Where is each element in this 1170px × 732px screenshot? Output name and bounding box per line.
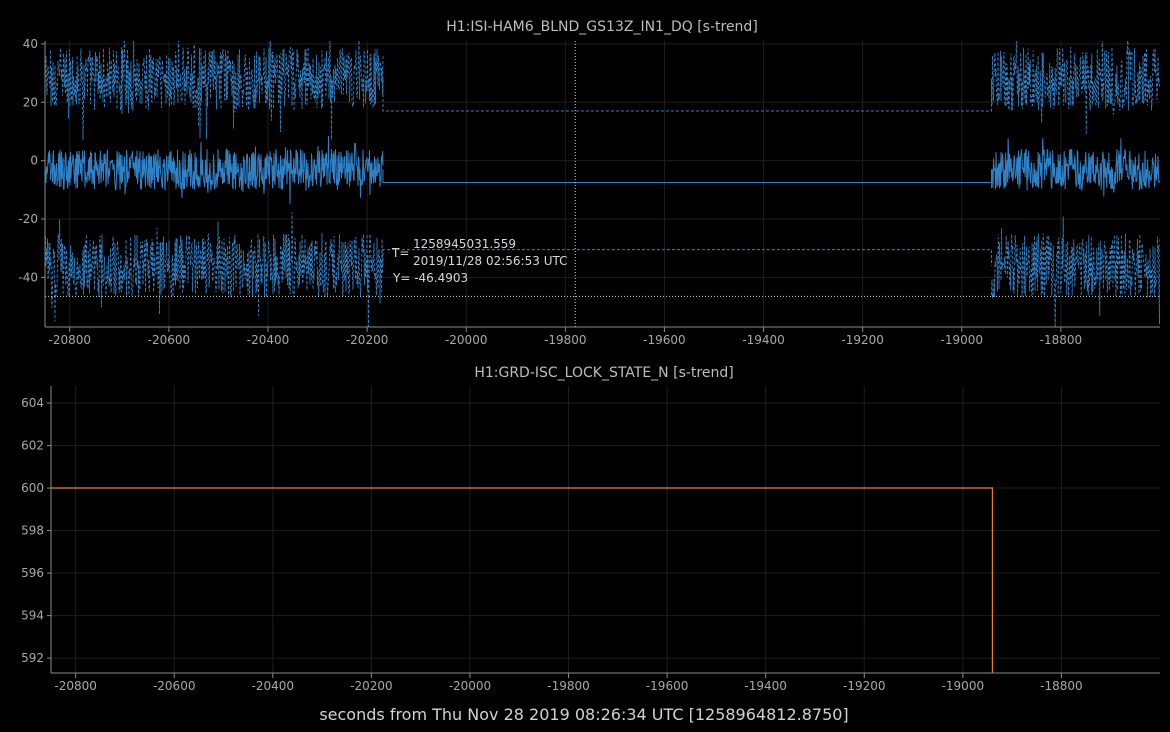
bottom-xtick-label: -20000: [449, 679, 492, 693]
bottom-xtick-label: -19200: [843, 679, 886, 693]
top-xtick-label: -19800: [544, 333, 587, 347]
bottom-ytick-label: 602: [21, 439, 44, 453]
bottom-ytick-label: 592: [21, 651, 44, 665]
top-xtick-label: -19400: [742, 333, 785, 347]
top-ytick-label: 40: [23, 37, 38, 51]
bottom-xtick-label: -20400: [252, 679, 295, 693]
top-xtick-label: -20200: [346, 333, 389, 347]
bottom-xtick-label: -20600: [153, 679, 196, 693]
cursor-y-readout: Y= -46.4903: [392, 271, 468, 285]
bottom-ytick-label: 598: [21, 524, 44, 538]
top-xtick-label: -19000: [941, 333, 984, 347]
x-axis-label: seconds from Thu Nov 28 2019 08:26:34 UT…: [319, 705, 848, 724]
bottom-ytick-label: 594: [21, 609, 44, 623]
top-ytick-label: -20: [18, 212, 38, 226]
cursor-t-utc: 2019/11/28 02:56:53 UTC: [413, 254, 567, 268]
top-xtick-label: -19200: [841, 333, 884, 347]
bottom-ytick-label: 600: [21, 481, 44, 495]
bottom-xtick-label: -19600: [646, 679, 689, 693]
top-xtick-label: -20000: [445, 333, 488, 347]
bottom-xtick-label: -19400: [744, 679, 787, 693]
dataviewer-canvas: H1:ISI-HAM6_BLND_GS13Z_IN1_DQ [s-trend] …: [0, 0, 1170, 732]
top-xtick-label: -19600: [643, 333, 686, 347]
bottom-xtick-label: -19800: [547, 679, 590, 693]
bottom-xtick-label: -20200: [350, 679, 393, 693]
bottom-xtick-label: -18800: [1040, 679, 1083, 693]
bottom-ytick-label: 596: [21, 566, 44, 580]
top-xtick-label: -20800: [49, 333, 92, 347]
top-ytick-label: 20: [23, 95, 38, 109]
top-xtick-label: -18800: [1040, 333, 1083, 347]
cursor-t-gps: 1258945031.559: [413, 237, 516, 251]
bottom-ytick-label: 604: [21, 396, 44, 410]
top-ytick-label: 0: [30, 154, 38, 168]
top-xtick-label: -20400: [247, 333, 290, 347]
bottom-plot-title: H1:GRD-ISC_LOCK_STATE_N [s-trend]: [474, 365, 733, 381]
cursor-t-label: T=: [391, 246, 409, 260]
bottom-xtick-label: -19000: [942, 679, 985, 693]
top-plot-title: H1:ISI-HAM6_BLND_GS13Z_IN1_DQ [s-trend]: [446, 19, 758, 35]
top-ytick-label: -40: [18, 270, 38, 284]
bottom-xtick-label: -20800: [54, 679, 97, 693]
top-xtick-label: -20600: [148, 333, 191, 347]
